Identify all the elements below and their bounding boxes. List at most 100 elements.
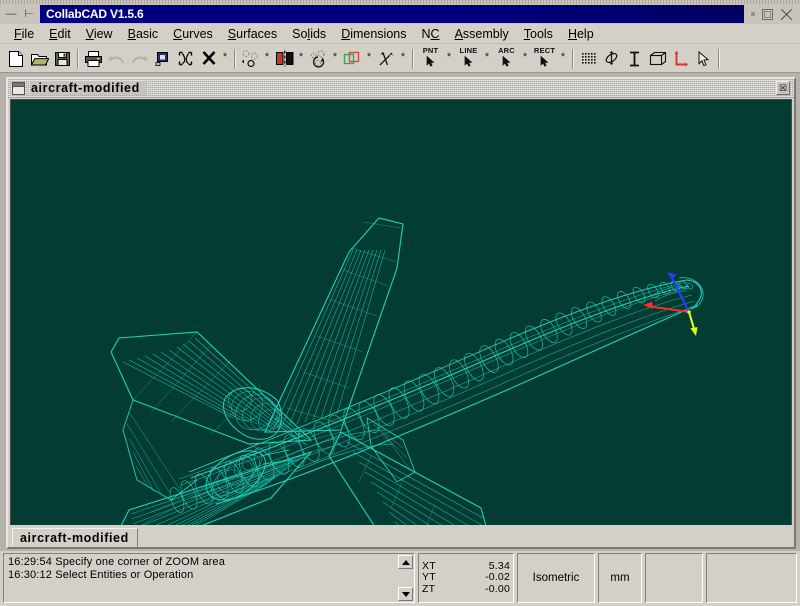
viewport-frame	[10, 99, 792, 526]
open-folder-icon	[30, 50, 49, 68]
cad-viewport[interactable]	[11, 100, 791, 525]
floppy-save-icon	[54, 50, 71, 68]
document-window: aircraft-modified ☒ aircraft-modified	[6, 77, 796, 549]
print-button[interactable]	[82, 47, 105, 70]
zoom-all-icon	[177, 50, 194, 67]
message-text: Select Entities or Operation	[55, 569, 194, 581]
units-label: mm	[610, 572, 630, 584]
message-time: 16:30:12	[8, 569, 53, 581]
zoom-window-icon	[154, 50, 171, 67]
point-tool-star: *	[446, 50, 452, 63]
menu-item-nc[interactable]: NC	[415, 26, 448, 42]
maximize-icon[interactable]	[762, 8, 773, 20]
menu-item-surfaces[interactable]: Surfaces	[221, 26, 285, 42]
status-panel-a	[645, 553, 703, 603]
axis-tripod-icon	[673, 50, 689, 67]
menu-item-curves[interactable]: Curves	[166, 26, 221, 42]
grid-toggle-button[interactable]	[577, 47, 600, 70]
menu-item-solids[interactable]: Solids	[285, 26, 334, 42]
dynamic-rotate-button[interactable]	[600, 47, 623, 70]
rotate-button[interactable]	[307, 47, 330, 70]
document-title-bar[interactable]: aircraft-modified ☒	[8, 79, 794, 98]
line-tool-button[interactable]: LINE	[455, 47, 482, 71]
window-controls	[746, 8, 800, 21]
undo-button[interactable]	[105, 47, 128, 70]
cursor-icon	[426, 55, 435, 70]
coordinate-value-zt: -0.00	[485, 582, 510, 595]
menu-label-help: elp	[576, 26, 594, 41]
zoom-all-button[interactable]	[174, 47, 197, 70]
text-tool-button[interactable]	[623, 47, 646, 70]
units-panel[interactable]: mm	[598, 553, 642, 603]
mirror-button[interactable]	[273, 47, 296, 70]
move-entities-icon	[241, 49, 261, 68]
rotate-3d-icon	[603, 50, 620, 67]
menu-item-edit[interactable]: Edit	[42, 26, 79, 42]
rectangle-tool-button[interactable]: RECT	[531, 47, 558, 71]
aircraft-wireframe-model	[11, 100, 791, 525]
coordinate-readout-panel: XT 5.34 YT -0.02 ZT -0.00	[418, 553, 514, 603]
move-button[interactable]	[239, 47, 262, 70]
point-tool-label: PNT	[422, 46, 439, 56]
copy-button-star: *	[366, 50, 372, 63]
menu-item-assembly[interactable]: Assembly	[448, 26, 517, 42]
rotate-button-star: *	[332, 50, 338, 63]
pin-icon[interactable]: ⊢	[22, 7, 36, 21]
mdi-client-area: aircraft-modified ☒ aircraft-modified	[0, 73, 800, 551]
cube-wire-icon	[649, 51, 667, 67]
delete-button-star: *	[222, 50, 228, 63]
toolbar-separator	[718, 48, 720, 69]
text-ibeam-icon	[628, 51, 641, 67]
toolbar-separator	[412, 48, 414, 69]
point-tool-button[interactable]: PNT	[417, 47, 444, 71]
menu-item-help[interactable]: Help	[561, 26, 602, 42]
menu-item-file[interactable]: File	[7, 26, 42, 42]
menu-item-basic[interactable]: Basic	[121, 26, 167, 42]
save-file-button[interactable]	[51, 47, 74, 70]
rectangle-tool-star: *	[560, 50, 566, 63]
main-toolbar: * * * * * * PNT * LINE * ARC * RECT *	[0, 45, 800, 73]
zoom-window-button[interactable]	[151, 47, 174, 70]
toolbar-separator	[572, 48, 574, 69]
line-tool-star: *	[484, 50, 490, 63]
scroll-down-arrow-icon[interactable]	[398, 587, 413, 601]
axis-display-button[interactable]	[669, 47, 692, 70]
trim-button[interactable]	[375, 47, 398, 70]
close-icon[interactable]	[780, 8, 793, 21]
redo-button[interactable]	[128, 47, 151, 70]
delete-button[interactable]	[197, 47, 220, 70]
dot-icon[interactable]	[751, 12, 755, 16]
menu-item-tools[interactable]: Tools	[517, 26, 561, 42]
menu-label-solids: ids	[310, 26, 327, 41]
arc-tool-button[interactable]: ARC	[493, 47, 520, 71]
document-tab[interactable]: aircraft-modified	[12, 528, 138, 547]
printer-icon	[84, 50, 103, 68]
rotate-entities-icon	[309, 49, 329, 68]
document-close-button[interactable]: ☒	[776, 81, 790, 95]
copy-button[interactable]	[341, 47, 364, 70]
status-bar: 16:29:54 Specify one corner of ZOOM area…	[0, 551, 800, 606]
document-title: aircraft-modified	[31, 81, 146, 95]
minimize-icon[interactable]: —	[4, 7, 18, 21]
message-text: Specify one corner of ZOOM area	[55, 556, 225, 568]
coordinate-row-zt: ZT -0.00	[422, 582, 510, 596]
new-file-button[interactable]	[5, 47, 28, 70]
delete-cross-icon	[201, 50, 217, 67]
message-log-scrollbar[interactable]	[398, 555, 413, 601]
title-bar-row: — ⊢ CollabCAD V1.5.6	[0, 4, 800, 24]
scroll-up-arrow-icon[interactable]	[398, 555, 413, 569]
title-bar[interactable]: CollabCAD V1.5.6	[40, 5, 744, 23]
message-log-list[interactable]: 16:29:54 Specify one corner of ZOOM area…	[5, 555, 396, 601]
menu-bar: File Edit View Basic Curves Surfaces Sol…	[0, 24, 800, 44]
shaded-view-button[interactable]	[646, 47, 669, 70]
select-pointer-button[interactable]	[692, 47, 715, 70]
document-window-icon	[12, 81, 25, 95]
view-mode-panel[interactable]: Isometric	[517, 553, 595, 603]
menu-item-dimensions[interactable]: Dimensions	[334, 26, 414, 42]
open-file-button[interactable]	[28, 47, 51, 70]
menu-item-view[interactable]: View	[79, 26, 121, 42]
redo-arrow-icon	[130, 51, 149, 67]
menu-label-edit: dit	[57, 26, 71, 41]
arrow-pointer-icon	[697, 50, 710, 67]
trim-button-star: *	[400, 50, 406, 63]
